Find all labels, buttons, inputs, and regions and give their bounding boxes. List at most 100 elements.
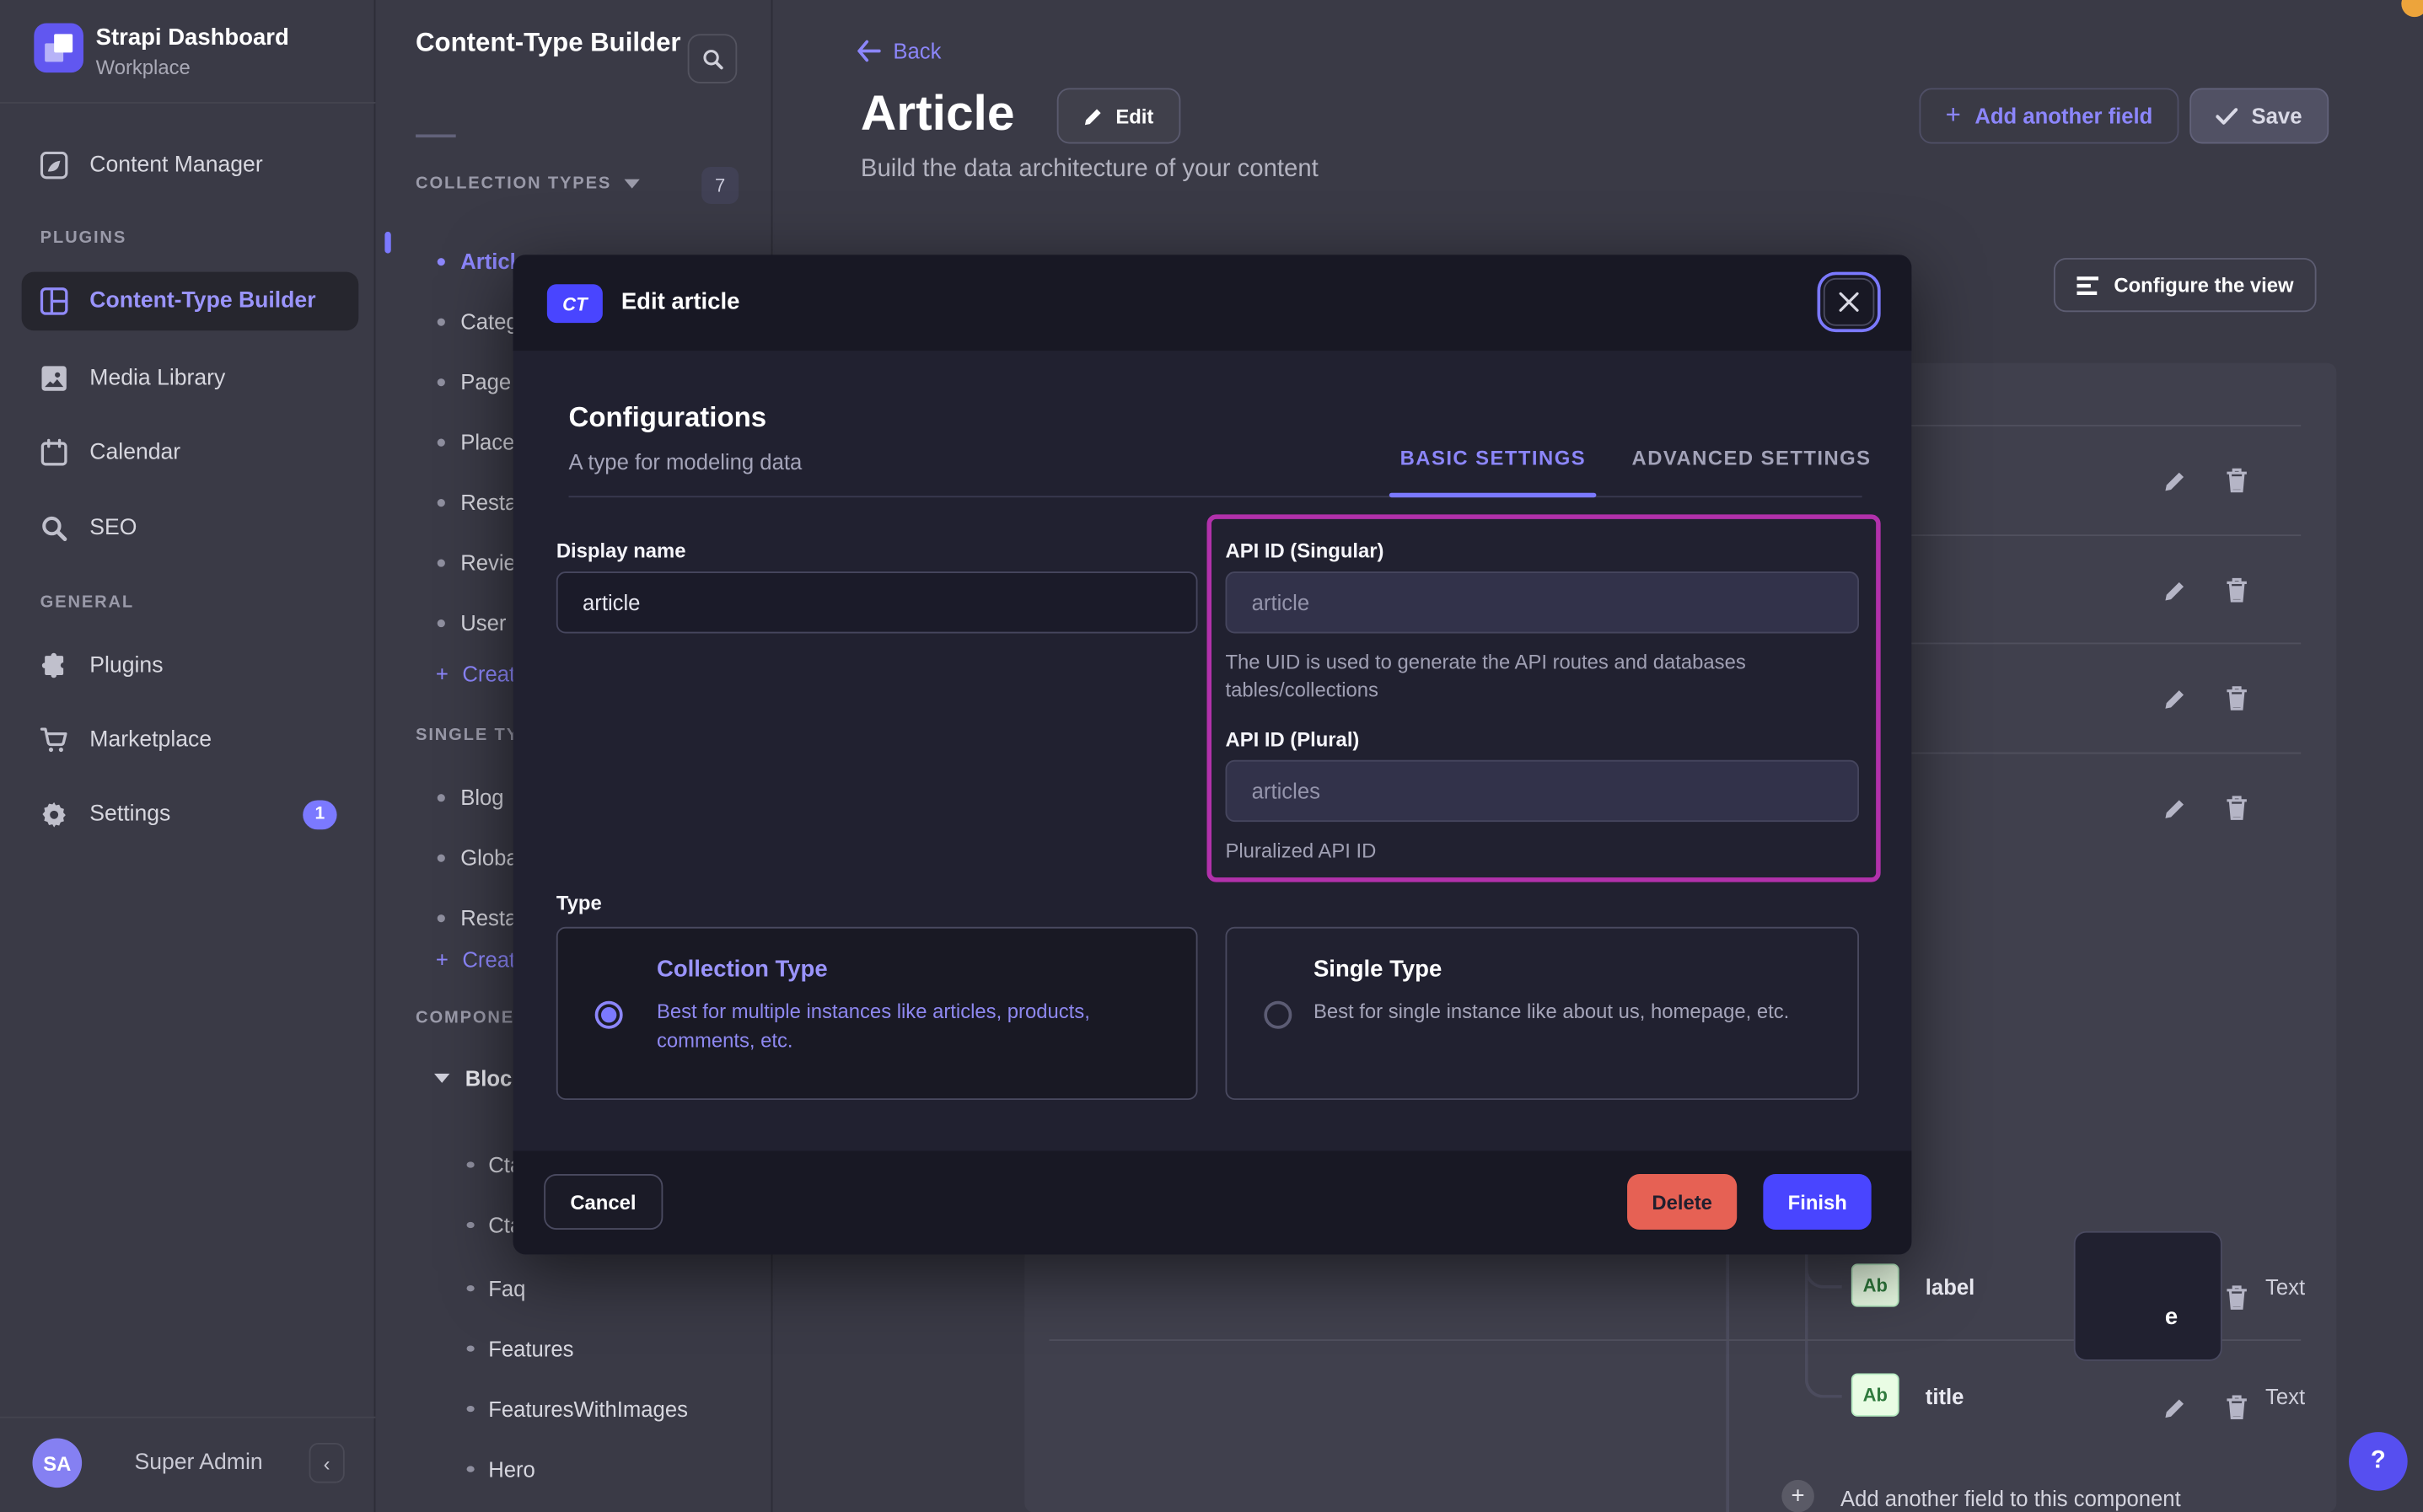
component-item-label: FeaturesWithImages (488, 1397, 688, 1421)
modal-header: CT Edit article (513, 255, 1912, 351)
filter-lines-icon (2076, 276, 2098, 294)
sidebar-section-plugins: PLUGINS (40, 228, 126, 247)
help-button[interactable]: ? (2349, 1432, 2408, 1491)
component-item-label: Faq (488, 1276, 525, 1300)
row-actions (2162, 578, 2254, 603)
delete-field-button[interactable] (2224, 468, 2248, 492)
sidebar-item-calendar[interactable]: Calendar (22, 423, 359, 482)
component-item-features[interactable]: Features (375, 1326, 772, 1372)
trash-icon (2224, 468, 2247, 492)
api-id-plural-input[interactable]: articles (1225, 760, 1858, 822)
page-subtitle: Build the data architecture of your cont… (861, 156, 1319, 184)
nav-item-label: Page (460, 369, 511, 394)
save-label: Save (2252, 104, 2302, 128)
edit-field-button[interactable] (2162, 468, 2186, 492)
delete-field-button[interactable] (2224, 1395, 2248, 1419)
search-button[interactable] (688, 34, 738, 83)
bullet-icon (467, 1466, 475, 1472)
add-another-field-button[interactable]: + Add another field (1919, 88, 2179, 143)
edit-button[interactable]: Edit (1057, 88, 1180, 143)
delete-field-button[interactable] (2224, 796, 2248, 820)
bullet-icon (438, 257, 445, 265)
sidebar-item-content-manager[interactable]: Content Manager (22, 136, 359, 195)
row-actions (2162, 686, 2254, 710)
display-name-input[interactable]: article (556, 571, 1198, 633)
edit-field-button[interactable] (2162, 796, 2186, 820)
collection-types-header[interactable]: COLLECTION TYPES (416, 174, 639, 193)
trash-icon (2224, 796, 2247, 820)
api-id-plural-value: articles (1252, 779, 1320, 803)
pencil-icon (2162, 796, 2185, 819)
sidebar-item-label: Settings (89, 802, 170, 826)
finish-button[interactable]: Finish (1763, 1174, 1872, 1230)
sidebar-item-media-library[interactable]: Media Library (22, 349, 359, 408)
workspace-title: Strapi Dashboard (96, 24, 289, 51)
delete-field-button[interactable] (2224, 686, 2248, 710)
type-option-single[interactable]: Single Type Best for single instance lik… (1225, 927, 1858, 1100)
collection-count-badge: 7 (701, 167, 739, 204)
bullet-icon (438, 559, 445, 566)
close-button[interactable] (1824, 278, 1874, 326)
sidebar-item-content-type-builder[interactable]: Content-Type Builder (22, 272, 359, 331)
configure-view-button[interactable]: Configure the view (2054, 258, 2317, 312)
sidebar-item-label: Media Library (89, 366, 225, 390)
calendar-icon (40, 439, 68, 467)
row-actions (2162, 468, 2254, 492)
edit-field-button[interactable] (2162, 686, 2186, 710)
tree-branch (1805, 1254, 1842, 1397)
component-item-hero[interactable]: Hero (375, 1446, 772, 1493)
tab-advanced-settings[interactable]: ADVANCED SETTINGS (1623, 445, 1881, 471)
modal-footer: Cancel Delete Finish (513, 1151, 1912, 1255)
plus-icon: + (436, 661, 449, 685)
active-tab-underline (1389, 493, 1597, 497)
tree-line (1726, 1254, 1729, 1512)
sidebar-item-settings[interactable]: Settings 1 (22, 785, 359, 844)
cancel-button[interactable]: Cancel (544, 1174, 662, 1230)
component-item-faq[interactable]: Faq (375, 1265, 772, 1311)
delete-button[interactable]: Delete (1627, 1174, 1737, 1230)
nav-item-label: Blog (460, 785, 503, 809)
back-link[interactable]: Back (856, 39, 941, 63)
component-item-features-with-images[interactable]: FeaturesWithImages (375, 1386, 772, 1432)
bullet-icon (467, 1345, 475, 1351)
save-button[interactable]: Save (2189, 88, 2328, 143)
bullet-icon (438, 793, 445, 801)
bullet-icon (438, 914, 445, 921)
delete-field-button[interactable] (2224, 1285, 2248, 1310)
chevron-down-icon (624, 180, 639, 189)
edit-field-button[interactable] (2162, 578, 2186, 603)
radio-selected-icon[interactable] (595, 1001, 623, 1029)
sidebar-collapse-button[interactable]: ‹ (309, 1443, 345, 1483)
avatar[interactable]: SA (32, 1438, 82, 1488)
bullet-icon (467, 1406, 475, 1412)
edit-field-button[interactable] (2162, 1395, 2186, 1419)
bullet-icon (438, 619, 445, 626)
bullet-icon (467, 1161, 475, 1167)
tabs-divider (569, 496, 1862, 497)
delete-field-button[interactable] (2224, 578, 2248, 603)
bullet-icon (467, 1222, 475, 1228)
sidebar-item-label: SEO (89, 516, 137, 540)
chevron-down-icon (434, 1074, 449, 1083)
back-label: Back (893, 39, 941, 63)
pencil-icon (2162, 1396, 2185, 1418)
type-option-title: Single Type (1314, 957, 1442, 983)
sidebar-item-marketplace[interactable]: Marketplace (22, 710, 359, 769)
cart-icon (40, 726, 68, 753)
type-label: Type (556, 892, 602, 914)
workspace-subtitle: Workplace (96, 56, 191, 78)
type-option-collection[interactable]: Collection Type Best for multiple instan… (556, 927, 1198, 1100)
radio-unselected-icon[interactable] (1264, 1001, 1292, 1029)
api-id-plural-label: API ID (Plural) (1225, 727, 1359, 750)
trash-icon (2224, 686, 2247, 710)
workspace-header[interactable]: Strapi Dashboard Workplace (0, 0, 375, 104)
api-id-singular-input[interactable]: article (1225, 571, 1858, 633)
sidebar-item-plugins[interactable]: Plugins (22, 636, 359, 695)
scrollbar-thumb[interactable] (384, 232, 390, 254)
api-id-singular-label: API ID (Singular) (1225, 539, 1383, 562)
sidebar-item-seo[interactable]: SEO (22, 499, 359, 558)
divider (0, 1417, 375, 1418)
trash-icon (2224, 1395, 2247, 1419)
tab-basic-settings[interactable]: BASIC SETTINGS (1391, 445, 1595, 471)
bullet-icon (438, 438, 445, 446)
